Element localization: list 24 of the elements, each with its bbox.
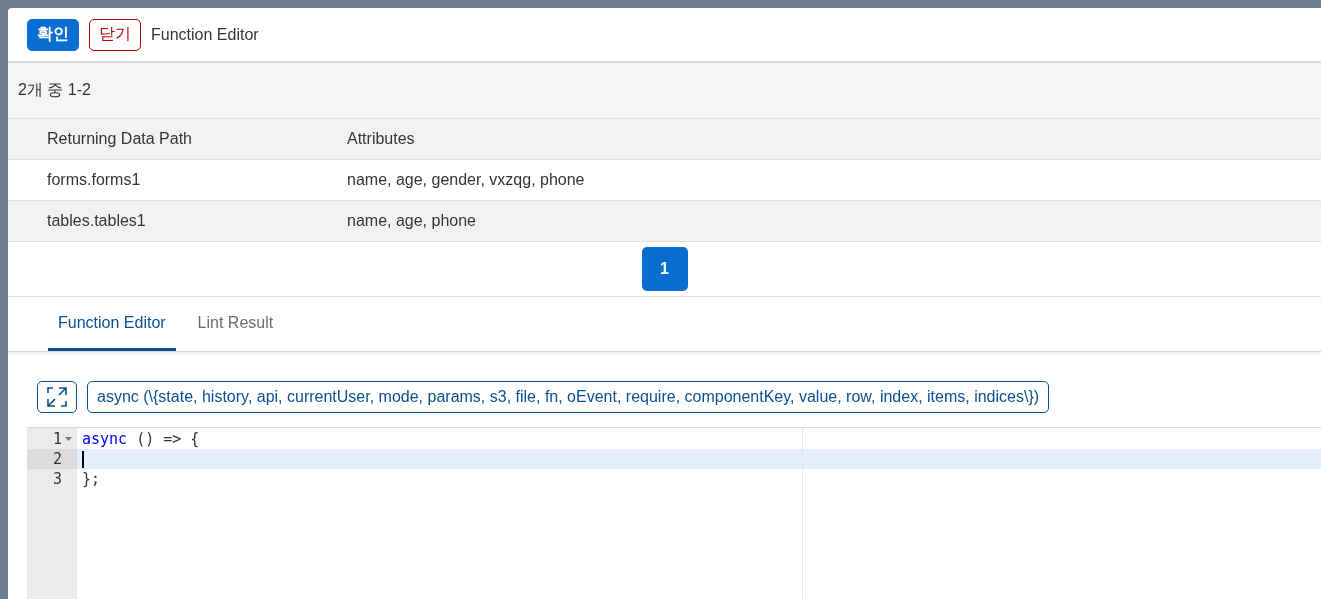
close-button[interactable]: 닫기	[89, 18, 141, 51]
table-cell-text: name, age, phone	[347, 212, 477, 230]
table-count: 2개 중 1-2	[8, 63, 1321, 118]
table-cell-text: forms.forms1	[47, 171, 142, 189]
table-cell-text: name, age, gender, vxzqg, phone	[347, 171, 586, 189]
confirm-button[interactable]: 확인	[27, 18, 79, 51]
expand-icon	[46, 386, 68, 408]
fold-icon[interactable]	[64, 436, 73, 442]
column-header: Returning Data Path	[47, 130, 193, 148]
tab[interactable]: Function Editor	[48, 297, 176, 351]
line-number: 1	[52, 430, 62, 448]
function-signature[interactable]: async (\{state, history, api, currentUser, mode, params, s3, file, fn, oEvent, require, componentKey, value, row, index, items, indices\})	[87, 381, 1050, 413]
line-number: 2	[52, 450, 62, 468]
code-line: };	[82, 470, 101, 488]
page-button[interactable]: 1	[641, 247, 688, 291]
column-header: Attributes	[347, 130, 416, 148]
dialog-title: Function Editor	[151, 25, 259, 44]
code-line: async () => {	[82, 430, 200, 448]
text-cursor	[82, 450, 84, 468]
line-number: 3	[52, 470, 62, 488]
expand-button[interactable]	[37, 381, 77, 413]
code-editor[interactable]: 1 2 3 async () => { };	[27, 427, 1321, 599]
table-cell-text: tables.tables1	[47, 212, 147, 230]
tab[interactable]: Lint Result	[187, 297, 284, 351]
